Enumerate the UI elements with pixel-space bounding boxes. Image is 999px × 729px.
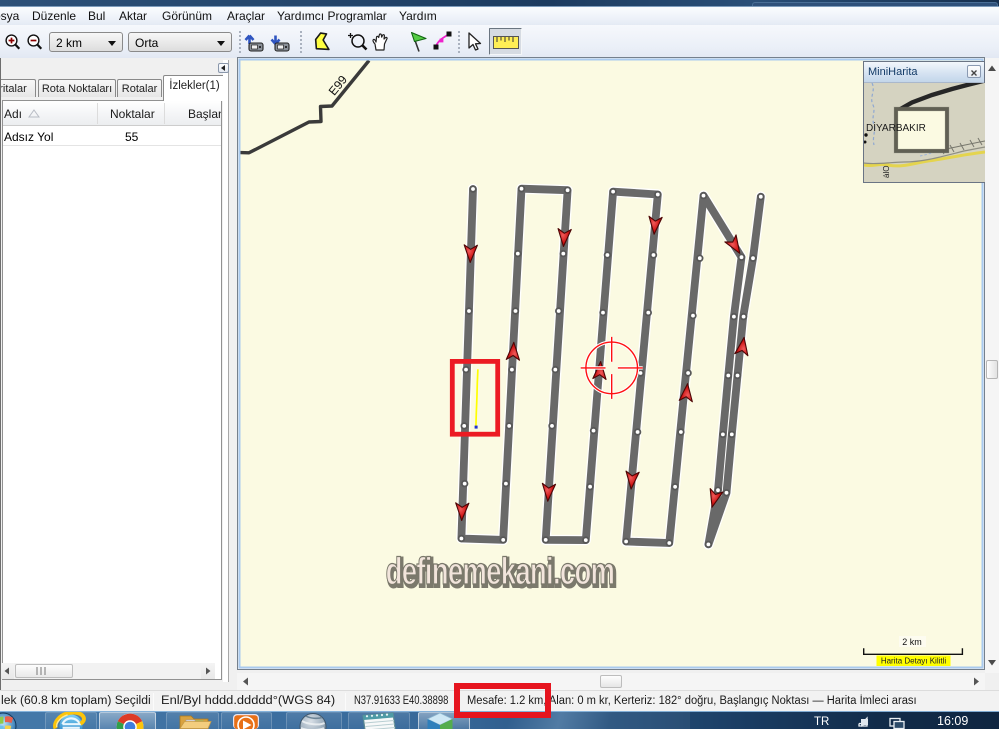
- svg-text:Harita Detayı Kilitli: Harita Detayı Kilitli: [881, 657, 947, 666]
- svg-text:ȧlO: ȧlO: [882, 166, 891, 178]
- svg-text:2 km: 2 km: [902, 637, 922, 647]
- svg-text:DİYARBAKIR: DİYARBAKIR: [866, 121, 926, 134]
- svg-text:definemekani.com: definemekani.com: [386, 551, 615, 593]
